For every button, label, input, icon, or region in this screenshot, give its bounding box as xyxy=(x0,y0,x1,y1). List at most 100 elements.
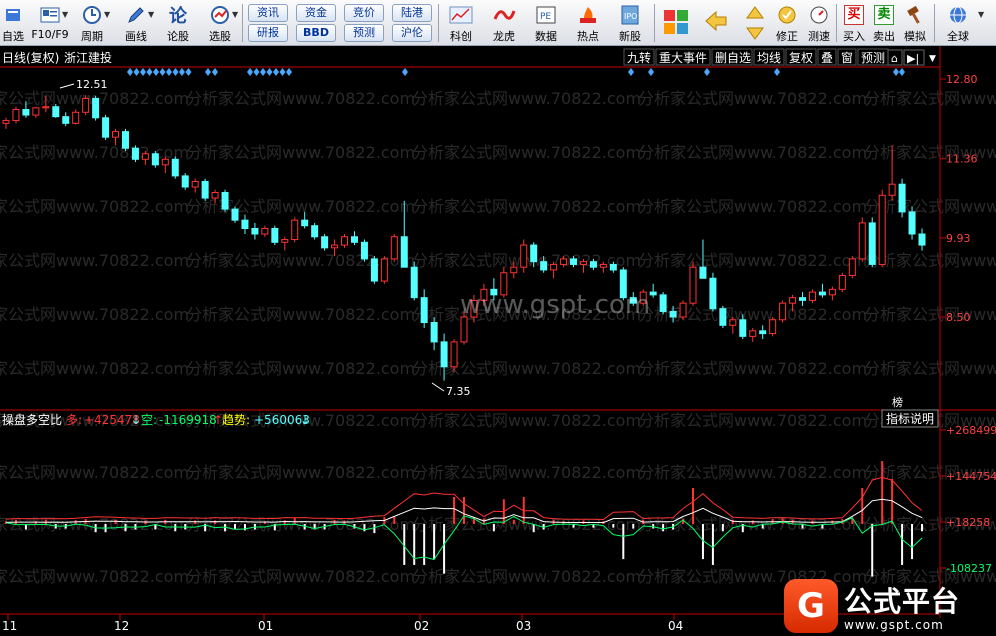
event-diamond[interactable] xyxy=(153,68,159,76)
event-diamond[interactable] xyxy=(247,68,253,76)
date-tick: 01 xyxy=(258,619,273,633)
toolbar-auction-button[interactable]: 竞价 xyxy=(344,4,384,22)
bull-arrow: ↓ xyxy=(131,413,141,427)
candle-body xyxy=(908,211,916,235)
toolbar-back-button[interactable] xyxy=(700,2,732,44)
event-diamond[interactable] xyxy=(159,68,166,76)
event-diamond[interactable] xyxy=(704,68,710,76)
candle-body xyxy=(679,302,687,318)
toolbar-hotspot-button[interactable]: 热点 xyxy=(568,2,608,44)
toolbar-global-button[interactable]: 全球 xyxy=(940,2,976,44)
toolbar-dragon-tiger-button[interactable]: 龙虎 xyxy=(484,2,524,44)
event-diamond[interactable] xyxy=(127,68,133,76)
event-diamond[interactable] xyxy=(774,68,780,76)
event-markers[interactable] xyxy=(127,68,905,76)
sell-icon: 卖 xyxy=(872,4,896,26)
menu-item-label: 删自选 xyxy=(715,51,751,65)
event-diamond[interactable] xyxy=(253,68,260,76)
event-diamond[interactable] xyxy=(628,68,634,76)
toolbar-watchlist-button[interactable]: 自选 xyxy=(0,2,26,44)
toolbar-buy-button[interactable]: 买 买入 xyxy=(840,2,868,44)
toolbar-period-button[interactable]: 周期 xyxy=(74,2,110,44)
event-diamond[interactable] xyxy=(279,68,286,76)
toolbar-hk-connect-button[interactable]: 陆港 xyxy=(392,4,432,22)
toolbar-layout-button[interactable] xyxy=(660,2,692,44)
watermark-text: 分析家公式网www.70822.com xyxy=(0,463,189,482)
menu-item-label: 叠 xyxy=(821,51,833,65)
candle-body xyxy=(291,219,299,241)
candle-body xyxy=(659,294,667,312)
event-diamond[interactable] xyxy=(140,68,146,76)
logo-url: www.gspt.com xyxy=(844,618,944,632)
toolbar-research-button[interactable]: 研报 xyxy=(248,24,288,42)
event-diamond[interactable] xyxy=(172,68,179,76)
toolbar-sell-button[interactable]: 卖 卖出 xyxy=(870,2,898,44)
event-diamond[interactable] xyxy=(286,68,292,76)
event-diamond[interactable] xyxy=(185,68,192,76)
event-diamond[interactable] xyxy=(273,68,279,76)
toolbar-funds-button[interactable]: 资金 xyxy=(296,4,336,22)
event-diamond[interactable] xyxy=(133,68,140,76)
toolbar-draw-button[interactable]: 画线 xyxy=(118,2,154,44)
candle-body xyxy=(450,341,458,368)
toolbar-dragon-tiger-label: 龙虎 xyxy=(493,30,515,43)
toolbar-news-button[interactable]: 资讯 xyxy=(248,4,288,22)
event-diamond[interactable] xyxy=(146,68,153,76)
watermark-text: 分析家公式网www.70822.com xyxy=(412,567,641,586)
candle-body xyxy=(579,261,587,265)
toolbar-data-button[interactable]: PE 数据 xyxy=(526,2,566,44)
candle-body xyxy=(779,302,787,321)
toolbar-star-market-button[interactable]: 科创 xyxy=(442,2,480,44)
candlestick-series xyxy=(2,95,926,381)
chevron-down-icon[interactable]: ▼ xyxy=(104,10,110,19)
event-diamond[interactable] xyxy=(212,68,218,76)
toolbar-modify-button[interactable]: 修正 xyxy=(772,2,802,44)
toolbar-discuss-button[interactable]: 论 论股 xyxy=(160,2,196,44)
candle-body xyxy=(410,266,418,299)
event-diamond[interactable] xyxy=(893,68,899,76)
chevron-down-icon[interactable]: ▼ xyxy=(929,54,936,64)
toolbar-select-button[interactable]: 选股 xyxy=(202,2,238,44)
chart-icon xyxy=(449,4,473,26)
candle-body xyxy=(719,308,727,326)
toolbar-london-button[interactable]: 沪伦 xyxy=(392,24,432,42)
gspt-logo: G 公式平台 www.gspt.com xyxy=(784,577,990,635)
toolbar-bbd-button[interactable]: BBD xyxy=(296,24,336,42)
toolbar-f10-label: F10/F9 xyxy=(31,28,69,41)
toolbar-updown-button[interactable] xyxy=(740,2,770,44)
price-tick: 11.36 xyxy=(946,153,978,166)
event-diamond[interactable] xyxy=(402,68,408,76)
event-diamond[interactable] xyxy=(266,68,273,76)
chevron-down-icon[interactable]: ▼ xyxy=(148,10,154,19)
globe-icon xyxy=(946,4,970,26)
bear-label: 空: xyxy=(141,413,157,427)
event-diamond[interactable] xyxy=(179,68,185,76)
candle-body xyxy=(261,227,269,235)
event-diamond[interactable] xyxy=(205,68,211,76)
toolbar-f10-button[interactable]: F10/F9 xyxy=(30,2,70,44)
candle-body xyxy=(699,266,707,279)
chevron-down-icon[interactable]: ▼ xyxy=(232,10,238,19)
watermark-text: 分析家公式网www.70822.com xyxy=(186,359,415,378)
toolbar-ipo-button[interactable]: IPO 新股 xyxy=(610,2,650,44)
candle-body xyxy=(609,263,617,271)
chevron-down-icon[interactable]: ▼ xyxy=(62,10,68,19)
logo-mark-icon: G xyxy=(784,579,838,633)
watermark-text: 分析家公式网www.70822.com xyxy=(0,197,189,216)
toolbar-speedtest-button[interactable]: 测速 xyxy=(804,2,834,44)
candle-body xyxy=(72,111,80,124)
event-diamond[interactable] xyxy=(899,68,905,76)
toolbar-period-label: 周期 xyxy=(81,30,103,43)
event-diamond[interactable] xyxy=(648,68,654,76)
period-label: 日线(复权) xyxy=(2,51,59,65)
candle-body xyxy=(12,109,20,122)
candle-body xyxy=(878,194,886,265)
chevron-down-icon[interactable]: ▼ xyxy=(978,10,984,19)
candle-body xyxy=(221,192,229,210)
kline-chart[interactable]: 分析家公式网www.70822.com 分析家公式网www.70822.com 分析… xyxy=(0,46,996,636)
toolbar-forecast-button[interactable]: 预测 xyxy=(344,24,384,42)
event-diamond[interactable] xyxy=(166,68,172,76)
event-diamond[interactable] xyxy=(260,68,266,76)
toolbar-simulate-button[interactable]: 模拟 xyxy=(900,2,930,44)
candle-body xyxy=(739,319,747,337)
